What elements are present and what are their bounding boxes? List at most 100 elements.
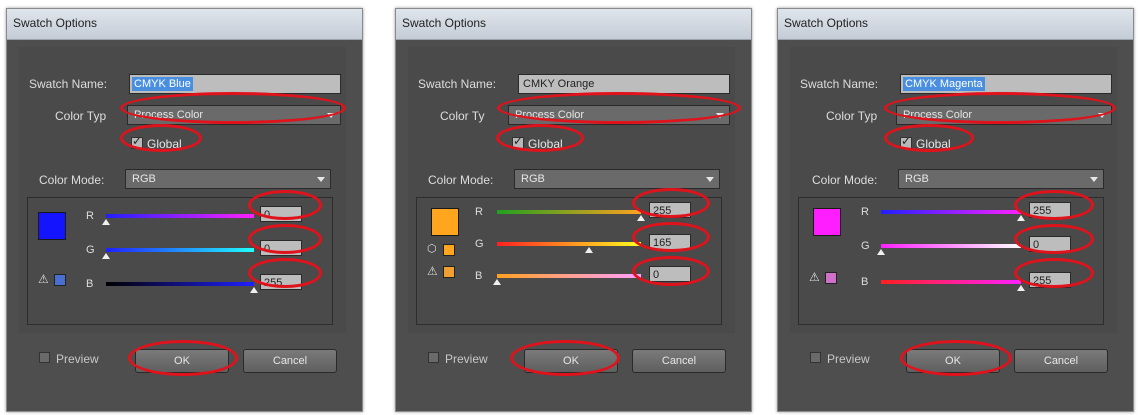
in-gamut-color-swatch[interactable]	[443, 266, 455, 278]
color-swatch-preview	[813, 208, 841, 236]
checkbox-icon	[810, 352, 821, 363]
color-mode-dropdown[interactable]: RGB	[514, 169, 720, 189]
color-type-value: Process Color	[134, 109, 204, 121]
ok-button[interactable]: OK	[135, 349, 229, 373]
cube-icon[interactable]: ⬡	[427, 242, 437, 255]
color-swatch-preview	[431, 208, 459, 236]
channel-g-slider[interactable]	[881, 244, 1021, 248]
channel-r-value[interactable]: 0	[260, 206, 302, 222]
cancel-button[interactable]: Cancel	[243, 349, 337, 373]
channel-b-value[interactable]: 255	[1029, 272, 1071, 288]
title-bar: Swatch Options	[7, 9, 362, 40]
preview-checkbox[interactable]: Preview	[810, 352, 870, 366]
preview-label: Preview	[445, 352, 488, 366]
channel-r-slider[interactable]	[106, 214, 254, 218]
color-type-label: Color Typ	[826, 109, 878, 123]
in-gamut-color-swatch[interactable]	[54, 274, 66, 286]
channel-b-slider-thumb[interactable]	[1017, 285, 1025, 291]
out-of-gamut-warning-icon[interactable]: ⚠	[38, 272, 49, 286]
channel-r-slider-thumb[interactable]	[102, 219, 110, 225]
channel-b-value[interactable]: 0	[649, 266, 691, 282]
out-of-gamut-warning-icon[interactable]: ⚠	[809, 270, 820, 284]
channel-b-label: B	[861, 276, 869, 288]
channel-r-label: R	[475, 206, 483, 218]
channel-g-slider-thumb[interactable]	[585, 247, 593, 253]
checkbox-icon: ✓	[900, 134, 912, 149]
cancel-button[interactable]: Cancel	[1014, 349, 1108, 373]
channel-r-slider[interactable]	[881, 210, 1021, 214]
channel-r-value[interactable]: 255	[649, 202, 691, 218]
color-swatch-preview	[38, 212, 66, 240]
chevron-down-icon	[1098, 113, 1106, 118]
swatch-name-input[interactable]: CMKY Orange	[518, 74, 730, 94]
chevron-down-icon	[716, 113, 724, 118]
dialog-title: Swatch Options	[13, 16, 98, 30]
swatch-name-label: Swatch Name:	[418, 77, 497, 91]
dialog-title: Swatch Options	[402, 16, 487, 30]
preview-checkbox[interactable]: Preview	[428, 352, 488, 366]
global-checkbox[interactable]: ✓ Global	[900, 134, 951, 151]
color-sliders-panel: R 255 ⬡ G 165 ⚠ B 0	[416, 197, 722, 325]
color-type-value: Process Color	[903, 109, 973, 121]
color-type-label: Color Typ	[55, 109, 107, 123]
channel-r-slider-thumb[interactable]	[637, 215, 645, 221]
channel-r-label: R	[861, 206, 869, 218]
channel-g-slider[interactable]	[106, 248, 254, 252]
channel-g-label: G	[475, 238, 484, 250]
channel-b-value[interactable]: 255	[260, 274, 302, 290]
swatch-name-value: CMKY Orange	[523, 78, 595, 90]
chevron-down-icon	[327, 113, 335, 118]
color-type-label: Color Ty	[440, 109, 485, 123]
global-label: Global	[528, 137, 563, 151]
checkmark-icon: ✓	[901, 134, 912, 148]
color-sliders-panel: R 0 G 0 ⚠ B 255	[27, 197, 333, 325]
swatch-name-value: CMYK Magenta	[903, 77, 985, 91]
preview-checkbox[interactable]: Preview	[39, 352, 99, 366]
web-safe-color-swatch[interactable]	[443, 244, 455, 256]
color-type-dropdown[interactable]: Process Color	[896, 105, 1112, 125]
channel-g-slider-thumb[interactable]	[877, 249, 885, 255]
channel-r-slider-thumb[interactable]	[1017, 215, 1025, 221]
swatch-options-dialog-1: Swatch Options Swatch Name: CMYK Blue Co…	[6, 8, 363, 412]
out-of-gamut-warning-icon[interactable]: ⚠	[427, 264, 438, 278]
global-checkbox[interactable]: ✓ Global	[512, 134, 563, 151]
channel-r-slider[interactable]	[497, 210, 641, 214]
channel-b-slider[interactable]	[497, 274, 641, 278]
global-label: Global	[916, 137, 951, 151]
channel-b-slider[interactable]	[106, 282, 254, 286]
swatch-name-label: Swatch Name:	[29, 77, 108, 91]
channel-g-value[interactable]: 165	[649, 234, 691, 250]
color-mode-dropdown[interactable]: RGB	[125, 169, 331, 189]
channel-r-value[interactable]: 255	[1029, 202, 1071, 218]
channel-g-slider-thumb[interactable]	[102, 253, 110, 259]
color-mode-label: Color Mode:	[39, 173, 105, 187]
global-checkbox[interactable]: ✓ Global	[131, 134, 182, 151]
chevron-down-icon	[317, 177, 325, 182]
swatch-options-dialog-3: Swatch Options Swatch Name: CMYK Magenta…	[777, 8, 1134, 412]
channel-b-slider-thumb[interactable]	[493, 279, 501, 285]
channel-b-slider[interactable]	[881, 280, 1021, 284]
swatch-options-dialog-2: Swatch Options Swatch Name: CMKY Orange …	[395, 8, 752, 412]
channel-g-value[interactable]: 0	[1029, 236, 1071, 252]
channel-g-value[interactable]: 0	[260, 240, 302, 256]
channel-g-slider[interactable]	[497, 242, 641, 246]
ok-button[interactable]: OK	[906, 349, 1000, 373]
swatch-name-input[interactable]: CMYK Blue	[129, 74, 341, 94]
swatch-name-input[interactable]: CMYK Magenta	[900, 74, 1112, 94]
title-bar: Swatch Options	[396, 9, 751, 40]
swatch-name-label: Swatch Name:	[800, 77, 879, 91]
channel-b-slider-thumb[interactable]	[250, 287, 258, 293]
ok-button[interactable]: OK	[524, 349, 618, 373]
color-mode-dropdown[interactable]: RGB	[898, 169, 1104, 189]
color-type-dropdown[interactable]: Process Color	[508, 105, 730, 125]
color-type-dropdown[interactable]: Process Color	[127, 105, 341, 125]
cancel-button[interactable]: Cancel	[632, 349, 726, 373]
channel-g-label: G	[86, 244, 95, 256]
dialog-title: Swatch Options	[784, 16, 869, 30]
global-label: Global	[147, 137, 182, 151]
color-mode-value: RGB	[905, 173, 929, 185]
color-type-value: Process Color	[515, 109, 585, 121]
in-gamut-color-swatch[interactable]	[825, 272, 837, 284]
swatch-name-value: CMYK Blue	[132, 77, 193, 91]
channel-b-label: B	[475, 270, 483, 282]
